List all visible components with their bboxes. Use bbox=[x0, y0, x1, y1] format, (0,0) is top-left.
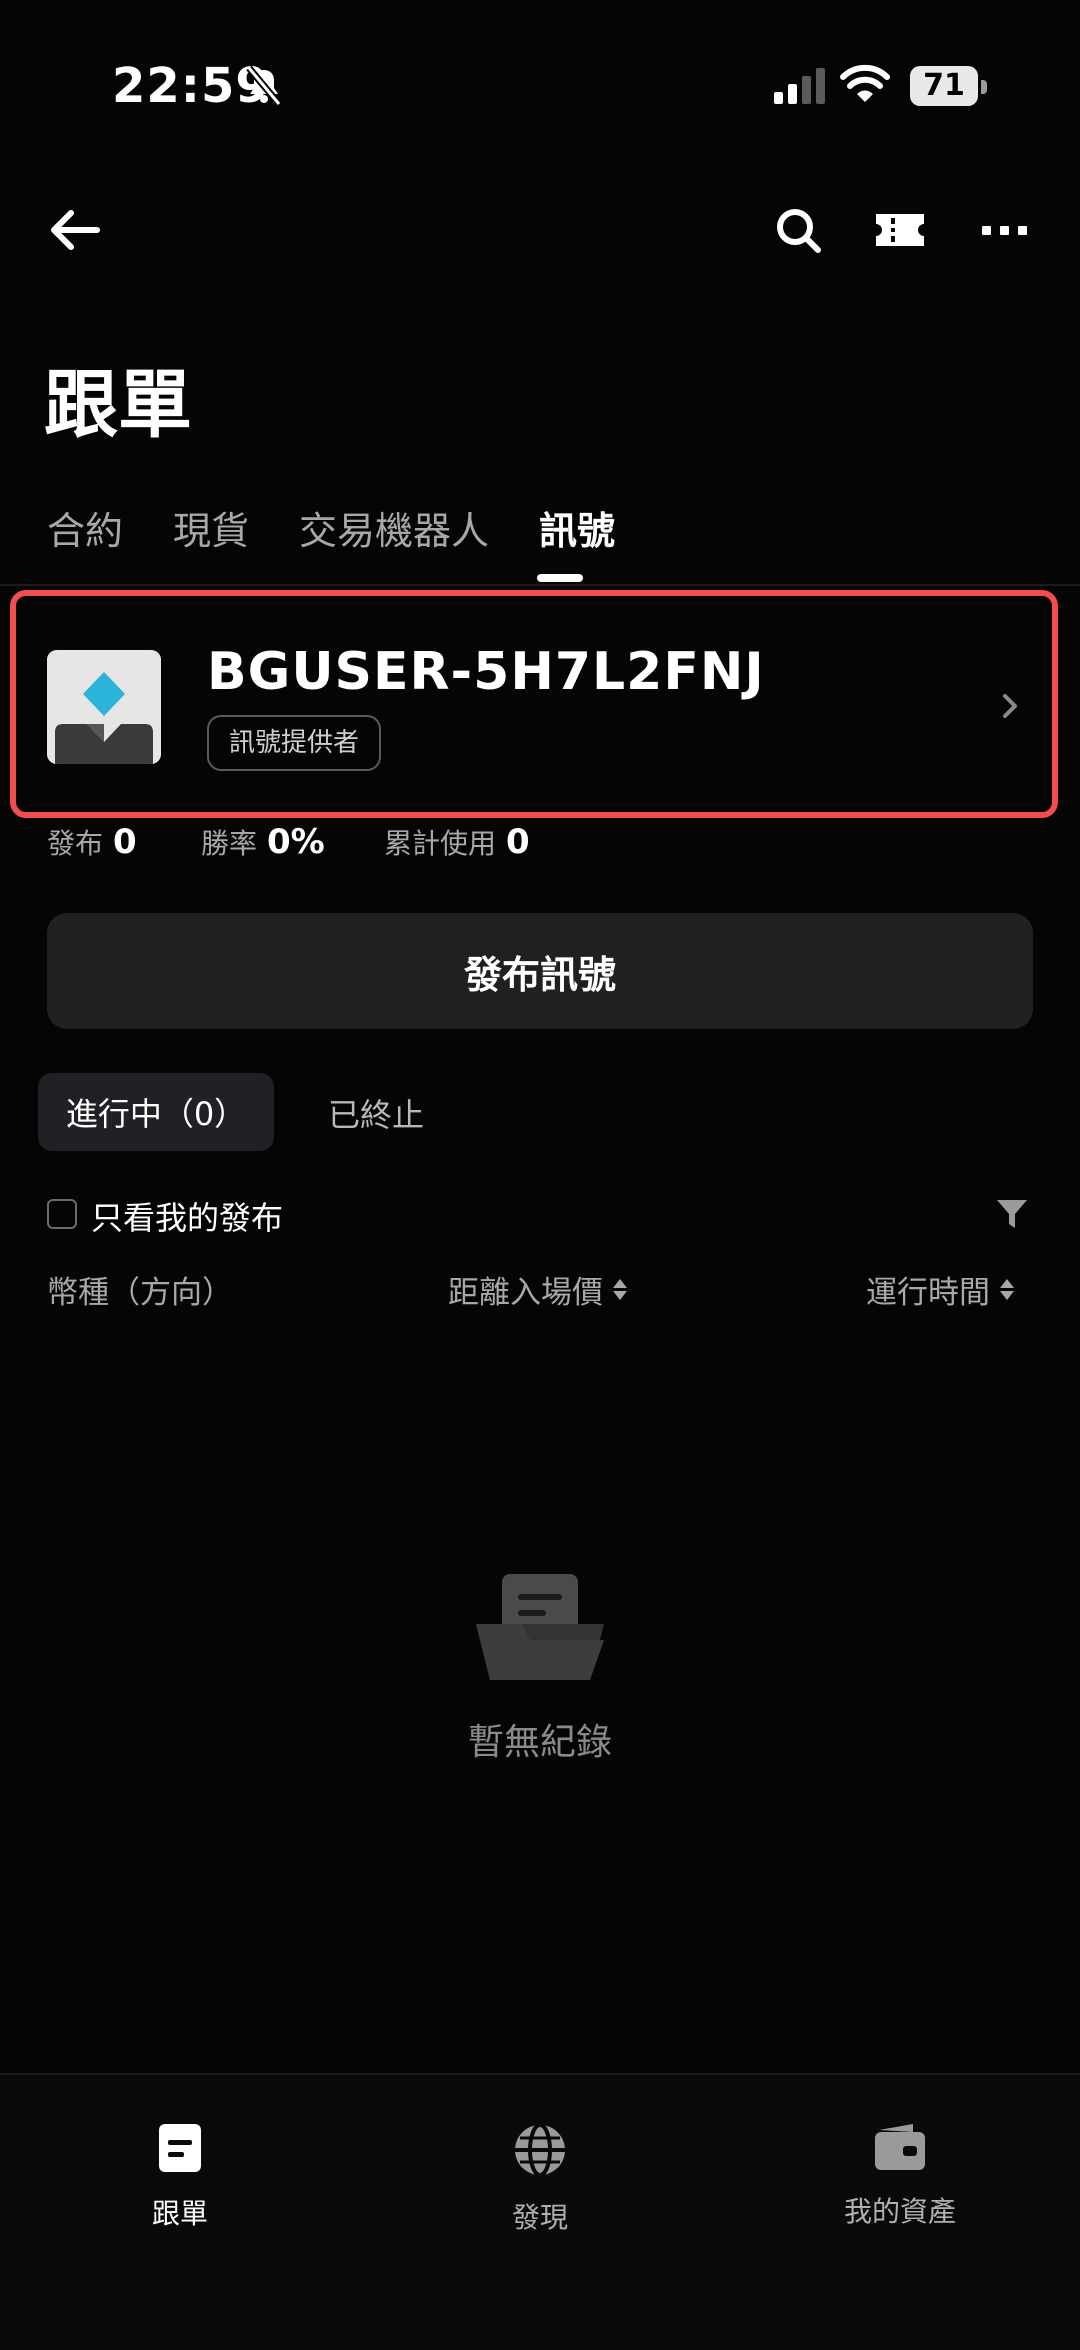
wallet-icon bbox=[875, 2124, 925, 2170]
document-icon bbox=[159, 2124, 201, 2172]
stat-label: 發布 bbox=[47, 827, 104, 860]
cellular-signal-icon bbox=[774, 68, 825, 104]
stat-published: 發布 0 bbox=[47, 822, 137, 862]
stat-value: 0% bbox=[267, 822, 325, 862]
chevron-right-icon bbox=[1003, 694, 1017, 718]
stat-value: 0 bbox=[506, 822, 530, 862]
provider-username: BGUSER-5H7L2FNJ bbox=[207, 642, 765, 702]
ticket-button[interactable] bbox=[870, 200, 930, 260]
only-mine-checkbox[interactable] bbox=[47, 1199, 77, 1229]
battery-cap bbox=[981, 80, 987, 94]
globe-icon bbox=[515, 2123, 565, 2177]
stat-value: 0 bbox=[113, 822, 137, 862]
bottom-nav-copy-trading[interactable]: 跟單 bbox=[80, 2122, 280, 2232]
bell-muted-icon bbox=[246, 66, 282, 106]
stat-label: 累計使用 bbox=[384, 827, 497, 860]
tab-spot[interactable]: 現貨 bbox=[173, 500, 249, 555]
stat-win-rate: 勝率 0% bbox=[201, 822, 325, 862]
column-header-entry-distance[interactable]: 距離入場價 bbox=[448, 1267, 627, 1312]
stat-label: 勝率 bbox=[201, 827, 258, 860]
segment-terminated[interactable]: 已終止 bbox=[328, 1090, 424, 1136]
empty-folder-icon bbox=[476, 1574, 604, 1680]
column-header-label: 運行時間 bbox=[866, 1275, 990, 1311]
wifi-icon bbox=[840, 64, 890, 102]
sort-icon bbox=[1000, 1279, 1014, 1300]
search-icon bbox=[777, 209, 821, 253]
back-button[interactable] bbox=[45, 200, 105, 260]
column-header-run-time[interactable]: 運行時間 bbox=[866, 1267, 1014, 1312]
publish-signal-button[interactable]: 發布訊號 bbox=[47, 913, 1033, 1029]
segment-in-progress[interactable]: 進行中（0） bbox=[38, 1073, 274, 1151]
category-tabs: 合約 現貨 交易機器人 訊號 bbox=[47, 500, 615, 555]
column-header-coin: 幣種（方向） bbox=[47, 1267, 233, 1312]
avatar-placeholder-icon bbox=[47, 650, 161, 764]
battery-indicator: 71 bbox=[910, 66, 978, 106]
empty-state-text: 暫無紀錄 bbox=[467, 1722, 612, 1763]
avatar bbox=[47, 650, 161, 764]
tab-trading-bot[interactable]: 交易機器人 bbox=[299, 500, 489, 555]
search-button[interactable] bbox=[768, 200, 828, 260]
bottom-nav-label: 跟單 bbox=[151, 2197, 208, 2230]
bottom-nav-discover[interactable]: 發現 bbox=[440, 2122, 640, 2236]
only-mine-label[interactable]: 只看我的發布 bbox=[91, 1193, 283, 1239]
tab-contract[interactable]: 合約 bbox=[47, 500, 123, 555]
bottom-nav-label: 發現 bbox=[511, 2201, 568, 2234]
page-title: 跟單 bbox=[44, 362, 192, 448]
stat-total-used: 累計使用 0 bbox=[384, 822, 530, 862]
bottom-nav-label: 我的資產 bbox=[843, 2195, 956, 2228]
more-button[interactable] bbox=[975, 200, 1035, 260]
provider-badge: 訊號提供者 bbox=[207, 715, 382, 771]
signal-provider-card[interactable] bbox=[10, 590, 1058, 818]
filter-icon[interactable] bbox=[995, 1197, 1029, 1231]
ticket-icon bbox=[876, 214, 924, 246]
active-tab-indicator bbox=[537, 574, 583, 582]
sort-icon bbox=[613, 1279, 627, 1300]
bottom-nav-my-assets[interactable]: 我的資產 bbox=[800, 2122, 1000, 2230]
more-dots-icon bbox=[982, 226, 1027, 235]
tab-signal[interactable]: 訊號 bbox=[539, 500, 615, 555]
arrow-left-icon bbox=[51, 210, 100, 250]
column-header-label: 幣種（方向） bbox=[47, 1275, 233, 1311]
column-header-label: 距離入場價 bbox=[448, 1275, 603, 1311]
tabs-divider bbox=[0, 584, 1080, 586]
